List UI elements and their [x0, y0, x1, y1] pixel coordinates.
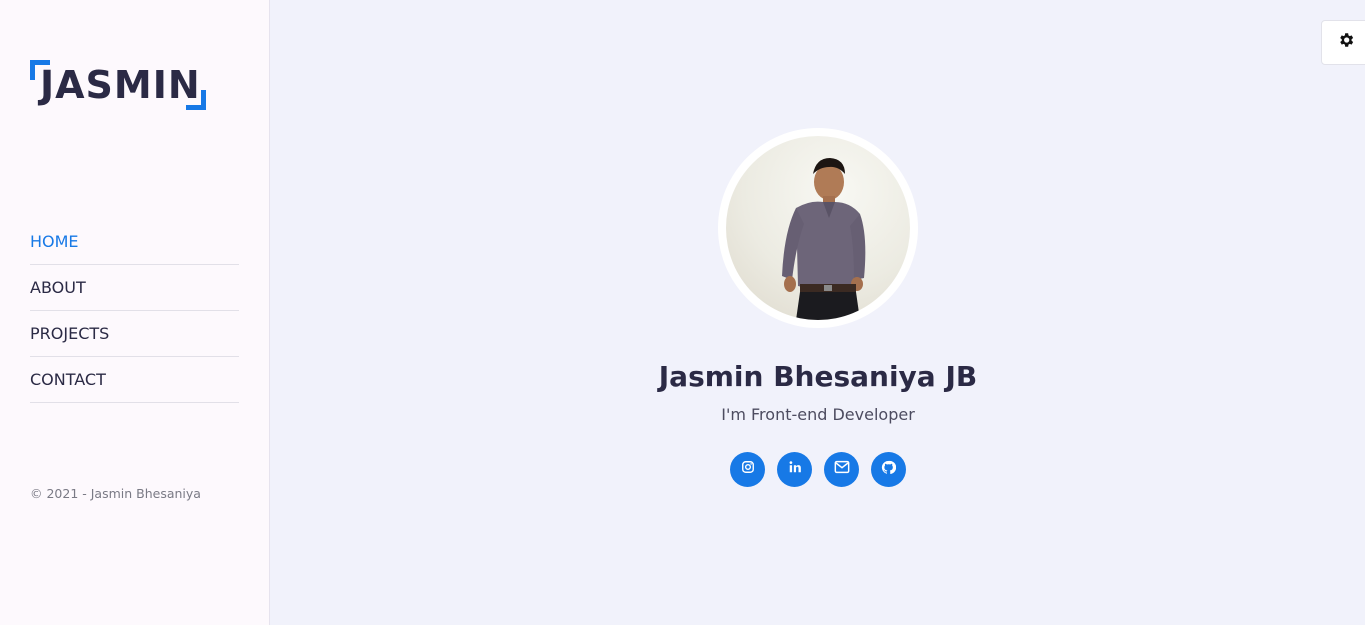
- nav-item-projects[interactable]: PROJECTS: [30, 311, 239, 357]
- profile-role: I'm Front-end Developer: [721, 405, 915, 424]
- logo-text: JASMIN: [40, 63, 201, 107]
- profile-name: Jasmin Bhesaniya JB: [658, 360, 978, 393]
- github-link[interactable]: [871, 452, 906, 487]
- instagram-icon: [741, 460, 755, 479]
- main-nav: HOME ABOUT PROJECTS CONTACT: [30, 219, 239, 403]
- sidebar: JASMIN HOME ABOUT PROJECTS CONTACT © 202…: [0, 0, 270, 625]
- linkedin-icon: [788, 460, 802, 479]
- profile-photo: [726, 136, 910, 320]
- linkedin-link[interactable]: [777, 452, 812, 487]
- github-icon: [881, 460, 897, 480]
- person-illustration: [782, 158, 866, 320]
- instagram-link[interactable]: [730, 452, 765, 487]
- gear-icon: [1337, 31, 1355, 54]
- logo-corner-bottom-right: [186, 90, 206, 110]
- copyright-text: © 2021 - Jasmin Bhesaniya: [30, 486, 201, 501]
- social-links: [730, 452, 906, 487]
- email-icon: [834, 460, 850, 479]
- nav-item-about[interactable]: ABOUT: [30, 265, 239, 311]
- email-link[interactable]: [824, 452, 859, 487]
- nav-item-contact[interactable]: CONTACT: [30, 357, 239, 403]
- site-logo[interactable]: JASMIN: [30, 60, 206, 110]
- profile-photo-frame: [718, 128, 918, 328]
- nav-item-home[interactable]: HOME: [30, 219, 239, 265]
- settings-button[interactable]: [1321, 20, 1365, 65]
